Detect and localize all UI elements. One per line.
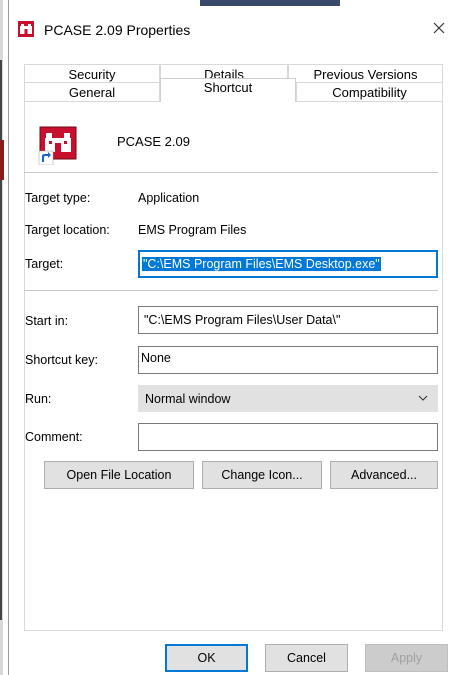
tab-general[interactable]: General	[24, 82, 160, 101]
ok-button[interactable]: OK	[165, 644, 248, 672]
target-input[interactable]: "C:\EMS Program Files\EMS Desktop.exe"	[138, 250, 438, 278]
separator	[24, 290, 438, 291]
tab-compatibility[interactable]: Compatibility	[296, 82, 443, 101]
comment-label: Comment:	[25, 430, 83, 444]
app-icon	[18, 21, 34, 37]
run-label: Run:	[25, 392, 52, 406]
open-file-location-button[interactable]: Open File Location	[44, 461, 194, 489]
background-window-edge	[0, 0, 10, 675]
tab-security[interactable]: Security	[24, 64, 160, 83]
shortcut-name: PCASE 2.09	[117, 134, 190, 149]
target-label: Target:	[25, 257, 64, 271]
shortcut-key-input[interactable]: None	[138, 346, 438, 374]
title-bar[interactable]: PCASE 2.09 Properties	[10, 6, 449, 50]
target-type-label: Target type:	[25, 191, 91, 205]
close-icon[interactable]	[429, 18, 449, 38]
target-type-value: Application	[138, 191, 200, 205]
cancel-button[interactable]: Cancel	[265, 644, 348, 672]
tab-shortcut[interactable]: Shortcut	[160, 78, 296, 102]
start-in-input[interactable]: "C:\EMS Program Files\User Data\"	[138, 306, 438, 334]
comment-input[interactable]	[138, 423, 438, 451]
shortcut-key-input-value: None	[141, 351, 171, 365]
run-select-value: Normal window	[145, 392, 231, 406]
properties-dialog: PCASE 2.09 Properties Security Details P…	[10, 6, 449, 675]
shortcut-app-icon	[38, 126, 77, 165]
start-in-label: Start in:	[25, 314, 69, 328]
chevron-down-icon	[418, 395, 428, 401]
tab-previous-versions[interactable]: Previous Versions	[288, 64, 443, 83]
window-title: PCASE 2.09 Properties	[44, 22, 191, 38]
run-select[interactable]: Normal window	[138, 385, 438, 412]
separator	[24, 172, 438, 173]
start-in-input-value: "C:\EMS Program Files\User Data\"	[144, 313, 341, 327]
apply-button: Apply	[365, 644, 448, 672]
target-input-value: "C:\EMS Program Files\EMS Desktop.exe"	[142, 257, 381, 271]
advanced-button[interactable]: Advanced...	[330, 461, 438, 489]
shortcut-key-label: Shortcut key:	[25, 353, 98, 367]
target-location-value: EMS Program Files	[138, 223, 247, 237]
target-location-label: Target location:	[25, 223, 110, 237]
change-icon-button[interactable]: Change Icon...	[202, 461, 322, 489]
